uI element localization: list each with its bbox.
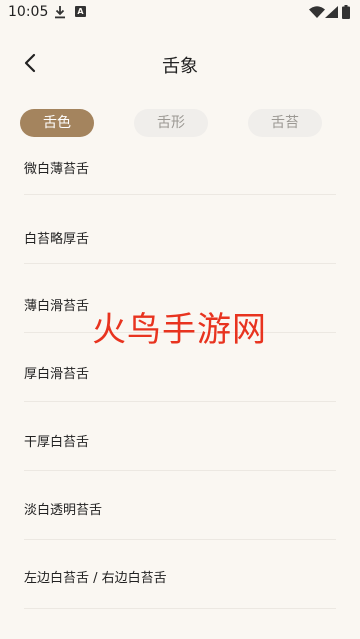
list-item-label: 厚白滑苔舌	[24, 367, 90, 382]
list-item-label: 微白薄苔舌	[24, 162, 90, 177]
list-item-label: 干厚白苔舌	[24, 435, 90, 450]
status-bar: 10:05 A	[0, 0, 360, 26]
list-item[interactable]: 左边白苔舌 / 右边白苔舌	[24, 540, 336, 609]
list-item-label: 淡白透明苔舌	[24, 503, 103, 518]
wifi-icon	[309, 6, 325, 18]
list-item[interactable]: 白苔略厚舌	[24, 195, 336, 264]
app-bar: 舌象	[0, 40, 360, 84]
watermark: 火鸟手游网	[92, 310, 267, 350]
list-item-label: 白苔略厚舌	[24, 232, 90, 247]
list-item-label: 薄白滑苔舌	[24, 299, 90, 314]
page-title: 舌象	[162, 56, 198, 77]
list-item[interactable]: 微白薄苔舌	[24, 132, 336, 195]
list-item[interactable]: 淡白透明苔舌	[24, 471, 336, 540]
cell-signal-icon	[325, 6, 338, 18]
list-item-label: 左边白苔舌 / 右边白苔舌	[24, 571, 167, 586]
status-time: 10:05	[8, 4, 49, 20]
notification-a-icon: A	[75, 6, 86, 17]
download-arrow-icon	[55, 6, 65, 19]
list-item[interactable]: 干厚白苔舌	[24, 402, 336, 471]
battery-icon	[342, 5, 350, 19]
